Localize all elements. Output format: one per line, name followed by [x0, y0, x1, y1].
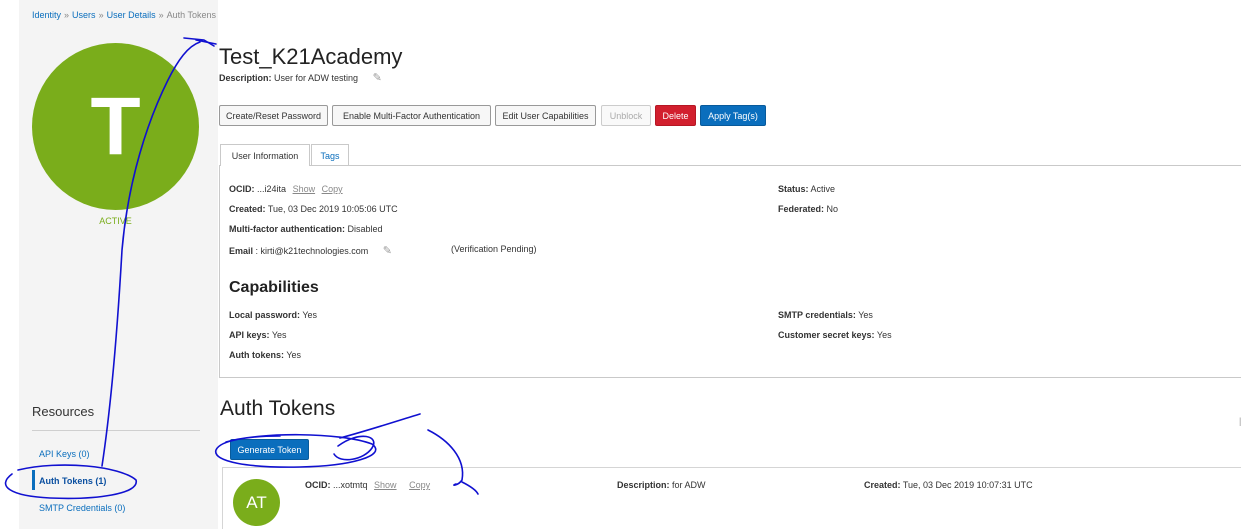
created-row: Created: Tue, 03 Dec 2019 10:05:06 UTC	[229, 204, 398, 214]
customer-secret-keys-value: Yes	[876, 330, 892, 340]
auth-tokens-cap-value: Yes	[286, 350, 302, 360]
status-label: Status:	[778, 184, 809, 194]
token-description-row: Description: for ADW	[617, 480, 706, 490]
mfa-label: Multi-factor authentication:	[229, 224, 345, 234]
enable-mfa-button[interactable]: Enable Multi-Factor Authentication	[332, 105, 491, 126]
email-row: Email : kirti@k21technologies.com ✎	[229, 244, 392, 257]
edit-user-capabilities-button[interactable]: Edit User Capabilities	[495, 105, 596, 126]
sidebar-item-auth-tokens[interactable]: Auth Tokens (1)	[39, 476, 106, 486]
tab-tags[interactable]: Tags	[311, 144, 349, 166]
delete-button[interactable]: Delete	[655, 105, 696, 126]
user-status-label: ACTIVE	[99, 216, 132, 226]
customer-secret-keys-label: Customer secret keys:	[778, 330, 875, 340]
breadcrumb-user-details[interactable]: User Details	[107, 10, 156, 20]
federated-label: Federated:	[778, 204, 825, 214]
status-row: Status: Active	[778, 184, 835, 194]
pencil-icon[interactable]: ✎	[373, 71, 382, 84]
sidebar-item-smtp-credentials[interactable]: SMTP Credentials (0)	[39, 503, 125, 513]
ocid-show-link[interactable]: Show	[293, 184, 316, 194]
token-ocid-label: OCID:	[305, 480, 331, 490]
user-avatar: T	[32, 43, 199, 210]
status-value: Active	[810, 184, 836, 194]
breadcrumb-separator: »	[98, 10, 104, 20]
api-keys-label: API keys:	[229, 330, 270, 340]
pencil-icon[interactable]: ✎	[383, 244, 392, 257]
sidebar-item-api-keys[interactable]: API Keys (0)	[39, 449, 90, 459]
token-created-label: Created:	[864, 480, 901, 490]
ocid-row: OCID: ...i24ita Show Copy	[229, 184, 343, 194]
user-description: Description: User for ADW testing ✎	[219, 71, 382, 84]
description-label: Description:	[219, 73, 272, 83]
local-password-row: Local password: Yes	[229, 310, 317, 320]
description-value: User for ADW testing	[274, 73, 359, 83]
email-verification-note: (Verification Pending)	[451, 244, 537, 254]
resources-divider	[32, 430, 200, 431]
local-password-label: Local password:	[229, 310, 301, 320]
user-information-panel	[219, 165, 1241, 378]
auth-tokens-cap-row: Auth tokens: Yes	[229, 350, 301, 360]
federated-row: Federated: No	[778, 204, 838, 214]
federated-value: No	[826, 204, 839, 214]
token-ocid-copy-link[interactable]: Copy	[409, 480, 430, 490]
token-ocid-show-link[interactable]: Show	[374, 480, 397, 490]
annotation-loop-1	[333, 435, 375, 461]
breadcrumb-users[interactable]: Users	[72, 10, 96, 20]
token-avatar-text: AT	[246, 492, 267, 512]
token-list-item	[222, 467, 1241, 529]
api-keys-value: Yes	[271, 330, 287, 340]
smtp-credentials-row: SMTP credentials: Yes	[778, 310, 873, 320]
user-avatar-initial: T	[90, 80, 141, 172]
token-created-row: Created: Tue, 03 Dec 2019 10:07:31 UTC	[864, 480, 1033, 490]
auth-tokens-cap-label: Auth tokens:	[229, 350, 284, 360]
create-reset-password-button[interactable]: Create/Reset Password	[219, 105, 328, 126]
breadcrumb: Identity» Users» User Details» Auth Tokens	[32, 10, 216, 20]
ocid-label: OCID:	[229, 184, 255, 194]
mfa-row: Multi-factor authentication: Disabled	[229, 224, 383, 234]
token-description-label: Description:	[617, 480, 670, 490]
token-ocid-row: OCID: ...xotmtq Show Copy	[305, 480, 430, 490]
annotation-hook-1	[339, 413, 421, 439]
auth-tokens-heading: Auth Tokens	[220, 397, 336, 420]
token-avatar: AT	[233, 479, 280, 526]
breadcrumb-identity[interactable]: Identity	[32, 10, 61, 20]
customer-secret-keys-row: Customer secret keys: Yes	[778, 330, 892, 340]
tab-user-information[interactable]: User Information	[220, 144, 310, 166]
mfa-value: Disabled	[347, 224, 383, 234]
smtp-credentials-value: Yes	[858, 310, 873, 320]
unblock-button[interactable]: Unblock	[601, 105, 651, 126]
breadcrumb-current: Auth Tokens	[166, 10, 216, 20]
created-value: Tue, 03 Dec 2019 10:05:06 UTC	[267, 204, 398, 214]
token-created-value: Tue, 03 Dec 2019 10:07:31 UTC	[902, 480, 1033, 490]
email-label: Email	[229, 246, 254, 256]
token-ocid-value: ...xotmtq	[333, 480, 368, 490]
token-description-value: for ADW	[672, 480, 706, 490]
email-value: : kirti@k21technologies.com	[255, 246, 369, 256]
ocid-copy-link[interactable]: Copy	[322, 184, 343, 194]
breadcrumb-separator: »	[158, 10, 164, 20]
resources-heading: Resources	[32, 404, 95, 419]
sidebar-active-indicator	[32, 470, 35, 490]
api-keys-row: API keys: Yes	[229, 330, 287, 340]
created-label: Created:	[229, 204, 266, 214]
generate-token-button[interactable]: Generate Token	[230, 439, 309, 460]
local-password-value: Yes	[302, 310, 318, 320]
capabilities-heading: Capabilities	[229, 279, 319, 296]
apply-tags-button[interactable]: Apply Tag(s)	[700, 105, 766, 126]
page-title: Test_K21Academy	[219, 44, 403, 69]
ocid-value: ...i24ita	[257, 184, 287, 194]
breadcrumb-separator: »	[64, 10, 70, 20]
smtp-credentials-label: SMTP credentials:	[778, 310, 856, 320]
